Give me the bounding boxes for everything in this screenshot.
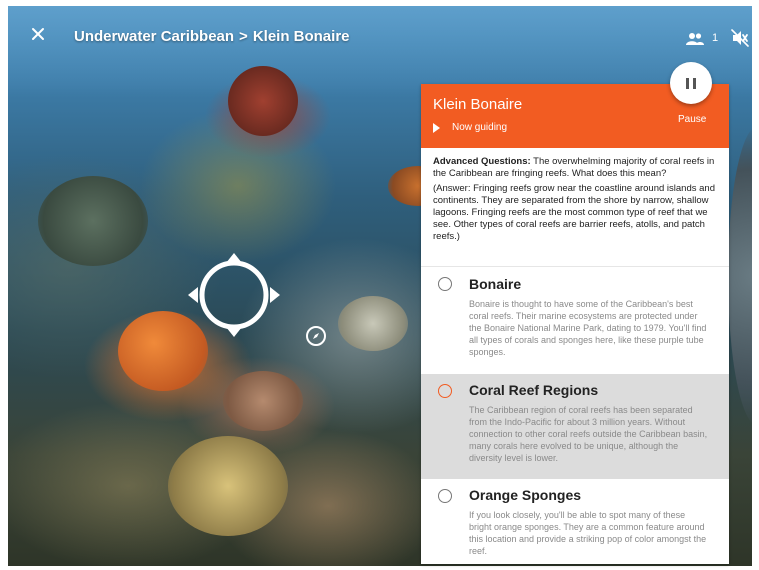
volume-off-icon[interactable] bbox=[731, 29, 749, 47]
coral bbox=[38, 176, 148, 266]
radio-button[interactable] bbox=[438, 489, 452, 503]
advanced-question: Advanced Questions: The overwhelming maj… bbox=[433, 156, 721, 246]
breadcrumb-parent[interactable]: Underwater Caribbean bbox=[74, 28, 234, 45]
top-bar: Underwater Caribbean > Klein Bonaire 1 bbox=[8, 6, 752, 66]
radio-button[interactable] bbox=[438, 384, 452, 398]
item-description: If you look closely, you'll be able to s… bbox=[469, 510, 707, 556]
pause-icon-bar bbox=[693, 77, 696, 89]
guide-panel: Klein Bonaire Now guiding Advanced Quest… bbox=[421, 84, 729, 564]
pause-icon bbox=[686, 77, 689, 89]
coral bbox=[728, 126, 752, 426]
coral bbox=[168, 436, 288, 536]
people-icon[interactable] bbox=[686, 32, 704, 46]
item-title: Orange Sponges bbox=[469, 487, 582, 503]
list-item-bonaire[interactable]: Bonaire Bonaire is thought to have some … bbox=[421, 267, 729, 374]
list-item-coral-reef-regions[interactable]: Coral Reef Regions The Caribbean region … bbox=[421, 374, 729, 479]
now-guiding-status: Now guiding bbox=[433, 122, 507, 133]
people-count: 1 bbox=[712, 32, 719, 44]
question-label: Advanced Questions: bbox=[433, 156, 531, 167]
radio-button[interactable] bbox=[438, 277, 452, 291]
coral bbox=[338, 296, 408, 351]
pause-button[interactable] bbox=[670, 62, 712, 104]
breadcrumb-separator: > bbox=[239, 28, 248, 45]
coral bbox=[228, 66, 298, 136]
item-title: Coral Reef Regions bbox=[469, 382, 599, 398]
panel-title: Klein Bonaire bbox=[433, 96, 523, 113]
breadcrumb: Underwater Caribbean > Klein Bonaire bbox=[74, 28, 350, 45]
breadcrumb-current: Klein Bonaire bbox=[252, 28, 350, 45]
play-icon bbox=[433, 122, 440, 133]
item-description: The Caribbean region of coral reefs has … bbox=[469, 405, 708, 463]
coral bbox=[223, 371, 303, 431]
list-item-orange-sponges[interactable]: Orange Sponges If you look closely, you'… bbox=[421, 479, 729, 564]
item-title: Bonaire bbox=[469, 276, 522, 292]
now-guiding-label: Now guiding bbox=[452, 122, 508, 133]
hotspot-reticle[interactable] bbox=[186, 251, 282, 339]
pause-label: Pause bbox=[678, 114, 707, 125]
compass-icon[interactable] bbox=[305, 325, 327, 347]
answer-text: (Answer: Fringing reefs grow near the co… bbox=[433, 183, 715, 242]
item-description: Bonaire is thought to have some of the C… bbox=[469, 299, 707, 357]
close-icon[interactable] bbox=[28, 24, 48, 44]
